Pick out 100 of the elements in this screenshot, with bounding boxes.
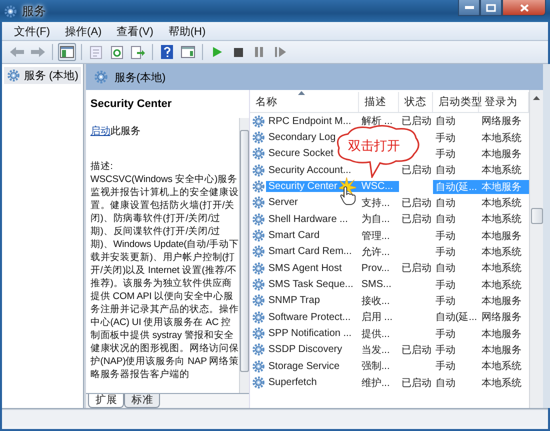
table-cell-text: 本地服务 (480, 344, 522, 357)
column-header[interactable]: 启动类型 (433, 92, 480, 112)
table-cell-text: 提供... (360, 328, 391, 341)
view-tab[interactable]: 标准 (124, 394, 160, 408)
properties-icon[interactable] (87, 43, 105, 61)
gear-icon (252, 180, 266, 194)
service-name[interactable]: Smart Card (266, 230, 322, 242)
table-cell-text: 已启动 (400, 212, 432, 226)
gear-icon (252, 360, 266, 373)
table-cell-text: 为自... (360, 212, 391, 226)
gear-icon (252, 343, 266, 356)
table-cell-text: 允许... (360, 246, 391, 259)
table-cell-text: 支持... (360, 196, 391, 210)
close-icon (520, 4, 528, 12)
maximize-icon (486, 4, 496, 12)
table-cell-text: 本地服务 (480, 230, 522, 243)
service-name[interactable]: SNMP Trap (266, 295, 322, 306)
app-icon (4, 4, 17, 18)
service-name[interactable]: Secure Socket (266, 148, 336, 160)
console-window-icon[interactable] (179, 43, 197, 61)
table-cell-text: SMS... (360, 279, 392, 290)
service-title: Security Center (90, 98, 173, 110)
service-name[interactable]: SPP Notification ... (266, 328, 354, 340)
table-cell-text: 自动 (434, 196, 456, 210)
menu-item[interactable]: 帮助(H) (162, 22, 212, 40)
gear-icon (252, 196, 266, 210)
column-header[interactable]: 描述 (359, 92, 400, 112)
table-cell-text: 强制... (360, 360, 391, 374)
service-name[interactable]: SSDP Discovery (266, 344, 344, 356)
service-name[interactable]: Superfetch (266, 377, 319, 388)
table-cell-text: 本地系统 (480, 246, 522, 259)
service-name[interactable]: Server (266, 197, 300, 208)
table-cell-text: 本地系统 (480, 164, 522, 178)
tree-item[interactable]: 服务 (本地) (4, 67, 82, 84)
table-cell-text: 本地系统 (480, 360, 522, 374)
menu-item[interactable]: 查看(V) (110, 22, 160, 40)
column-header[interactable]: 状态 (399, 92, 434, 112)
service-name[interactable]: Software Protect... (266, 312, 353, 323)
table-cell-text: 网络服务 (480, 115, 522, 128)
service-name[interactable]: Security Account... (266, 164, 354, 176)
table-cell-text: 手动 (434, 344, 456, 357)
service-name[interactable]: Smart Card Rem... (266, 246, 354, 258)
service-name[interactable]: RPC Endpoint M... (266, 116, 354, 127)
table-cell-text: 网络服务 (480, 311, 522, 324)
gear-icon (252, 262, 266, 275)
gear-icon (7, 69, 20, 82)
hand-cursor-icon (339, 175, 356, 207)
gear-icon (252, 310, 266, 324)
table-cell-text: 已启动 (400, 114, 432, 128)
table-cell-text: 自动(延... (434, 311, 478, 324)
table-cell-text: 本地系统 (480, 278, 522, 292)
sort-arrow-icon (298, 91, 306, 95)
close-button[interactable] (502, 0, 546, 16)
table-cell-text: 本地系统 (480, 212, 522, 226)
minimize-button[interactable] (458, 0, 480, 16)
column-header[interactable]: 名称 (250, 92, 360, 112)
table-cell-text: 维护... (360, 376, 391, 390)
table-cell-text: 手动 (434, 246, 456, 259)
start-link[interactable]: 启动 (90, 126, 110, 137)
scrollbar-thumb[interactable] (240, 130, 250, 372)
service-name[interactable]: Shell Hardware ... (266, 214, 350, 225)
gear-icon (252, 229, 266, 242)
scrollbar[interactable] (529, 90, 544, 408)
scrollbar-thumb[interactable] (530, 208, 543, 224)
description-label: 描述: (90, 160, 114, 173)
help-icon[interactable] (158, 43, 176, 61)
table-cell-text: 手动 (434, 278, 456, 292)
callout-text: 双击打开 (348, 137, 400, 155)
refresh-icon[interactable] (108, 43, 126, 61)
table-cell-text: 自动 (434, 376, 456, 390)
minimize-icon (464, 6, 474, 9)
service-name[interactable]: Secondary Log (266, 132, 338, 144)
service-name[interactable]: SMS Agent Host (266, 262, 344, 274)
table-cell-text: 已启动 (400, 164, 432, 178)
view-tab[interactable]: 扩展 (88, 394, 124, 408)
gear-icon (252, 327, 266, 340)
table-cell-text: 手动 (434, 230, 456, 243)
export-icon[interactable] (129, 43, 147, 61)
service-name[interactable]: SMS Task Seque... (266, 279, 356, 290)
table-cell-text: 本地服务 (480, 148, 522, 161)
gear-icon (252, 114, 266, 128)
scrollbar[interactable] (239, 118, 250, 393)
description-text: WSCSVC(Windows 安全中心)服务监视并报告计算机上的安全健康设置。健康设置包括防火墙(打开/关闭)、防病毒软件(打开/关闭/过期)、反间谍软件(打开/关闭/过期)、Windows Update(自动/手动下载并安装更新)、用户帐户控制(打开/关闭)以及 Internet 设置(推荐/不推荐)。该服务为独立软件供应商提供 COM API 以便向安全中心服务注册并记录其产品的状态。操作中心(AC) UI 使用该服务在 AC 控制面板中提供 systray 警报和安全健康状况的图形视图。网络访问保护(NAP)使用该服务向 NAP 网络策略服务器报告客户端的 (90, 173, 240, 381)
window-title: 服务 (22, 2, 46, 20)
menu-item[interactable]: 操作(A) (59, 22, 108, 40)
table-cell: 本地服务 (479, 180, 530, 194)
table-cell-text: 已启动 (400, 344, 432, 357)
maximize-button[interactable] (480, 0, 502, 16)
gear-icon (252, 376, 266, 390)
table-cell-text: Prov... (360, 262, 391, 274)
services-icon (94, 70, 108, 84)
table-cell-text: 手动 (434, 294, 456, 308)
table-cell-text: 本地服务 (480, 328, 522, 341)
table-cell-text: 本地服务 (480, 294, 522, 308)
gear-icon (252, 164, 266, 177)
console-tree-icon[interactable] (58, 43, 76, 61)
table-cell-text: 当发... (360, 344, 391, 357)
table-cell-text: 本地系统 (480, 196, 522, 210)
menu-item[interactable]: 文件(F) (8, 22, 56, 40)
service-name[interactable]: Storage Service (266, 360, 342, 372)
